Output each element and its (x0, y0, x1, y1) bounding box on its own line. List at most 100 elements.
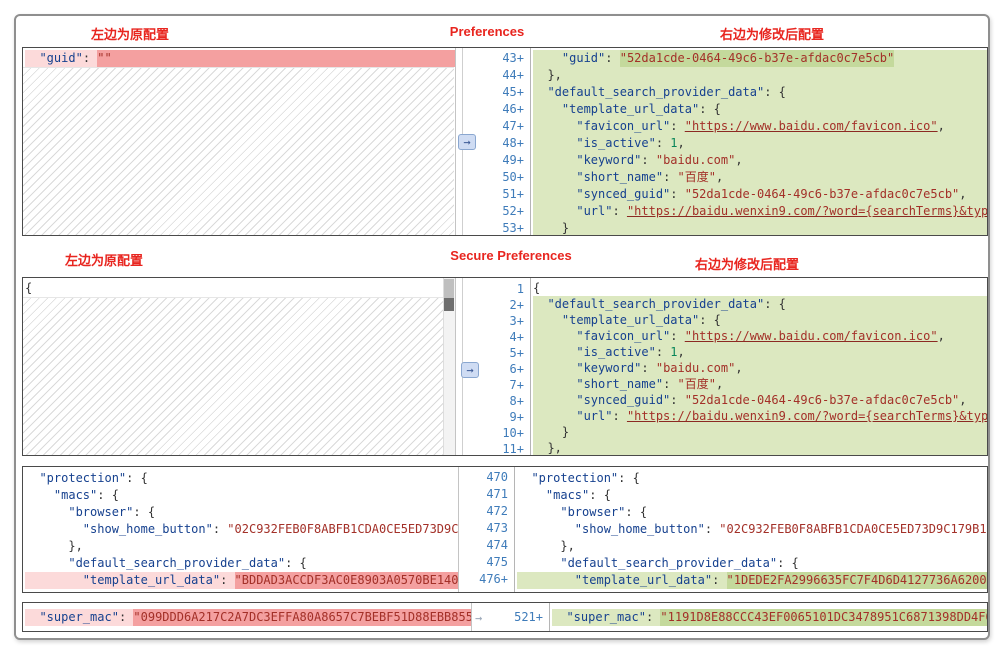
code-line: "template_url_data": { (533, 101, 987, 118)
code-segment: : (612, 409, 627, 423)
url-link-text: "https://baidu.wenxin9.com/?word={search… (626, 409, 987, 423)
code-segment: "百度" (677, 170, 716, 184)
original-pane[interactable]: "protection": { "macs": { "browser": { "… (23, 467, 459, 592)
code-segment: : (212, 522, 228, 536)
code-segment: : { (699, 313, 721, 327)
code-segment: : { (699, 102, 721, 116)
line-number: 8+ (509, 394, 524, 408)
code-segment: : (645, 610, 661, 624)
code-segment: : { (589, 488, 611, 502)
code-segment: : (663, 377, 678, 391)
empty-region-hatch (23, 67, 454, 235)
merge-right-button[interactable]: → (475, 611, 482, 625)
code-segment: : { (618, 471, 640, 485)
original-pane[interactable]: "super_mac": "099DDD6A217C2A7DC3EFFA80A8… (23, 603, 472, 631)
code-line: } (533, 220, 987, 235)
code-line: "favicon_url": "https://www.baidu.com/fa… (533, 118, 987, 135)
original-pane[interactable]: { (23, 278, 456, 455)
code-segment: : (641, 361, 656, 375)
code-line: }, (25, 538, 458, 555)
code-line: }, (533, 440, 987, 455)
line-number: 48+ (502, 136, 524, 150)
code-segment: "" (97, 50, 112, 67)
code-segment: "super_mac" (39, 610, 119, 624)
code-segment: "macs" (545, 488, 590, 502)
code-line: "default_search_provider_data": { (25, 555, 458, 572)
code-segment: "favicon_url" (576, 119, 671, 133)
code-line: }, (533, 67, 987, 84)
merge-right-button[interactable]: → (461, 362, 479, 378)
code-segment: "url" (576, 204, 613, 218)
code-segment: , (677, 345, 685, 359)
line-number: 52+ (502, 204, 524, 218)
code-line: "short_name": "百度", (533, 376, 987, 392)
code-segment: "default_search_provider_data" (547, 297, 765, 311)
code-segment: : (663, 170, 678, 184)
line-number: 470 (486, 470, 508, 484)
code-segment: "百度" (677, 377, 716, 391)
annotation-original-left-label: 左边为原配置 (90, 27, 170, 42)
code-line: "browser": { (25, 504, 458, 521)
annotation-modified-right-label: 右边为修改后配置 (719, 27, 825, 42)
code-segment: "keyword" (576, 153, 642, 167)
modified-pane[interactable]: "protection": { "macs": { "browser": { "… (515, 467, 987, 592)
code-line: "guid": "52da1cde-0464-49c6-b37e-afdac0c… (533, 50, 987, 67)
line-number: 43+ (502, 51, 524, 65)
code-segment: , (715, 170, 724, 184)
line-number: 46+ (502, 102, 524, 116)
line-numbers-gutter: 521+ (472, 603, 550, 631)
code-segment: : { (764, 297, 786, 311)
code-segment: : (670, 393, 685, 407)
code-line: "super_mac": "1191D8E88CCC43EF0065101DC3… (552, 609, 987, 626)
line-number: 51+ (502, 187, 524, 201)
preferences-diff-panel: "guid": "" 43+ 44+ 45+ 46+ 47+ 48+ 49+ 50+ 51+ 52… (22, 47, 988, 236)
code-line: "synced_guid": "52da1cde-0464-49c6-b37e-… (533, 186, 987, 203)
code-segment: "favicon_url" (576, 329, 671, 343)
line-number: 44+ (502, 68, 524, 82)
code-segment: : (605, 51, 620, 65)
line-number: 3+ (509, 314, 524, 328)
code-segment: "baidu.com" (655, 361, 736, 375)
code-segment: "guid" (39, 51, 83, 65)
code-segment: , (937, 329, 945, 343)
code-line: "keyword": "baidu.com", (533, 152, 987, 169)
code-segment: : (670, 187, 685, 201)
code-segment: "synced_guid" (576, 187, 671, 201)
code-line: "is_active": 1, (533, 344, 987, 360)
changed-region-fill (111, 50, 455, 67)
vertical-scrollbar[interactable] (443, 278, 455, 455)
merge-right-button[interactable]: → (458, 134, 476, 150)
line-number: 521+ (514, 610, 543, 624)
original-pane[interactable]: "guid": "" (23, 48, 456, 235)
code-line: { (25, 280, 455, 296)
modified-pane[interactable]: "super_mac": "1191D8E88CCC43EF0065101DC3… (550, 603, 987, 631)
code-segment: "template_url_data" (561, 102, 700, 116)
code-segment: : { (126, 471, 148, 485)
secure-preferences-file-title: Secure Preferences (450, 248, 572, 263)
code-line: "favicon_url": "https://www.baidu.com/fa… (533, 328, 987, 344)
line-number: 476+ (479, 572, 508, 586)
url-link-text: "https://www.baidu.com/favicon.ico" (684, 329, 938, 343)
modified-pane[interactable]: "guid": "52da1cde-0464-49c6-b37e-afdac0c… (531, 48, 987, 235)
code-segment: : (118, 610, 134, 624)
code-segment: : { (97, 488, 119, 502)
code-line: "template_url_data": "1DEDE2FA2996635FC7… (517, 572, 987, 589)
code-line: "is_active": 1, (533, 135, 987, 152)
code-segment: }, (560, 539, 575, 553)
code-line: "show_home_button": "02C932FEB0F8ABFB1CD… (25, 521, 458, 538)
code-segment: "guid" (561, 51, 606, 65)
code-segment: : { (625, 505, 648, 519)
code-segment: "default_search_provider_data" (560, 556, 778, 570)
code-line: "macs": { (25, 487, 458, 504)
modified-pane[interactable]: { "default_search_provider_data": { "tem… (531, 278, 987, 455)
line-number: 10+ (502, 426, 524, 440)
scrollbar-thumb[interactable] (444, 279, 454, 311)
